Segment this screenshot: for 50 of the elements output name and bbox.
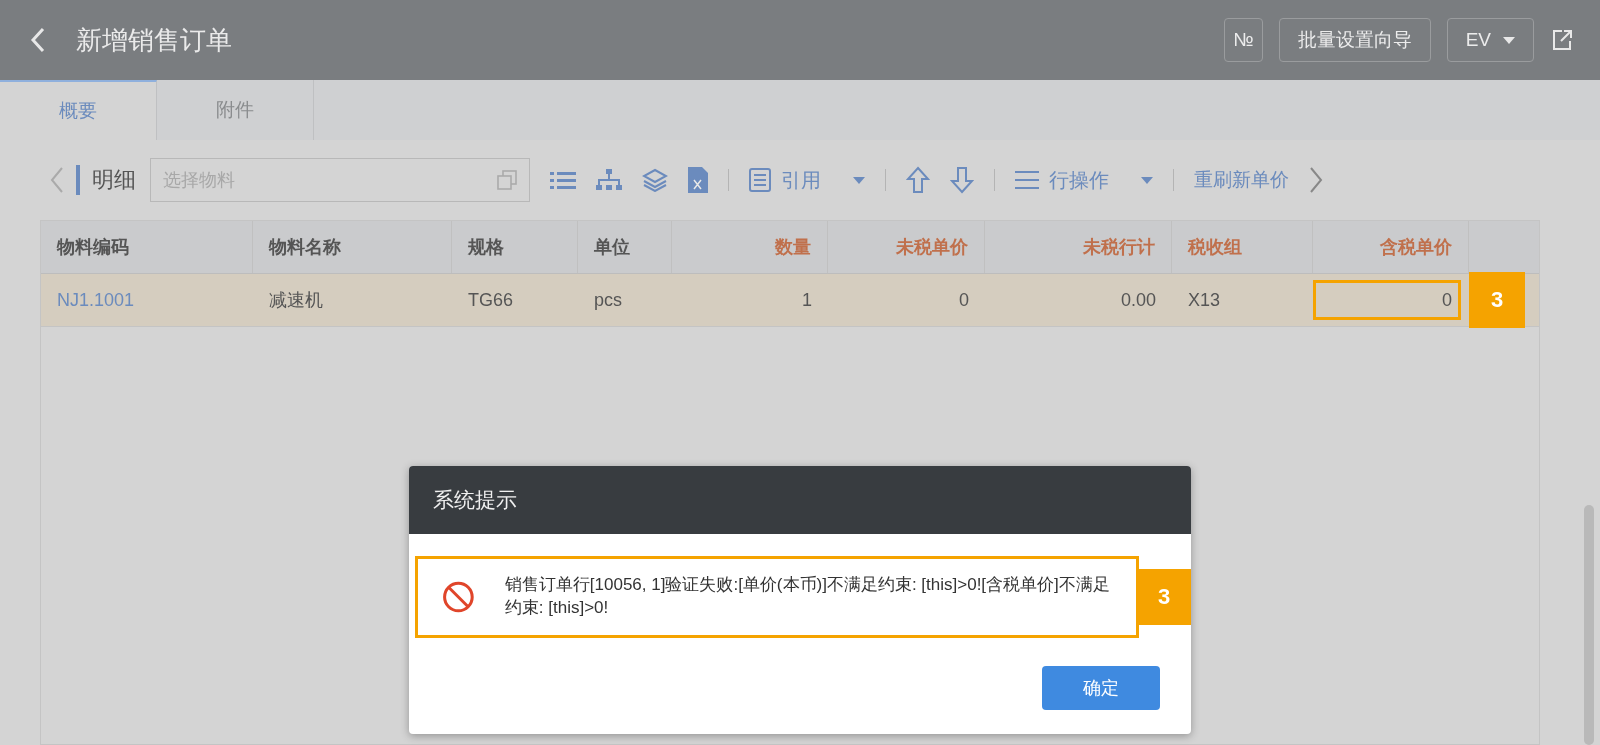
previous-icon[interactable]: [50, 167, 64, 193]
column-header: 物料编码: [41, 221, 253, 273]
hierarchy-icon[interactable]: [596, 169, 622, 191]
table-cell-text: 0.00: [1119, 288, 1157, 312]
dialog-title: 系统提示: [433, 487, 517, 513]
table-cell-text: 1: [801, 288, 813, 312]
column-header: 税收组: [1172, 221, 1313, 273]
list-icon[interactable]: [550, 170, 576, 190]
caret-icon: [1141, 176, 1153, 184]
column-header: 含税单价: [1313, 221, 1469, 273]
move-down-icon[interactable]: [950, 166, 974, 194]
table-cell-text: X13: [1187, 288, 1222, 312]
table-cell-text: 0: [958, 288, 970, 312]
caret-icon: [1503, 36, 1515, 44]
item-code-link[interactable]: NJ1.1001: [41, 274, 253, 326]
next-icon[interactable]: [1309, 167, 1323, 193]
column-header: 未税单价: [828, 221, 985, 273]
move-up-icon[interactable]: [906, 166, 930, 194]
reference-button[interactable]: 引用: [749, 166, 865, 194]
column-header: 未税行计: [985, 221, 1172, 273]
error-message: 销售订单行[10056, 1]验证失败:[单价(本币)]不满足约束: [this]>0![含税单价]不满足约束: [this]>0!: [504, 574, 1111, 619]
table-row[interactable]: NJ1.1001 减速机 TG66 pcs 1 0 0.00 X13 0 3: [41, 274, 1539, 327]
row-operations-button[interactable]: 行操作: [1015, 166, 1153, 194]
table-cell-text: 减速机: [268, 289, 324, 312]
header-button[interactable]: 批量设置向导: [1278, 18, 1431, 62]
column-header: 单位: [578, 221, 672, 273]
table-cell-text: TG66: [467, 288, 515, 312]
menu-icon: [1015, 170, 1039, 190]
layers-icon[interactable]: [642, 168, 668, 192]
excel-file-icon[interactable]: [688, 167, 708, 193]
back-icon[interactable]: [30, 27, 46, 53]
tab[interactable]: 附件: [157, 80, 314, 140]
column-header: 数量: [672, 221, 828, 273]
document-icon: [749, 168, 771, 192]
callout-badge: 3: [1137, 569, 1191, 625]
scrollbar-thumb[interactable]: [1584, 505, 1594, 745]
refresh-price-button[interactable]: 重刷新单价: [1194, 167, 1289, 193]
confirm-button[interactable]: 确定: [1042, 666, 1160, 710]
callout-badge: 3: [1469, 272, 1525, 328]
copy-icon[interactable]: [496, 169, 518, 191]
section-label: 明细: [76, 165, 136, 195]
header-button[interactable]: №: [1224, 18, 1263, 62]
table-cell-text: pcs: [593, 288, 623, 312]
caret-icon: [853, 176, 865, 184]
share-icon[interactable]: [1550, 28, 1574, 52]
page-title: 新增销售订单: [76, 23, 232, 57]
tab[interactable]: 概要: [0, 80, 157, 140]
header-button[interactable]: EV: [1446, 18, 1534, 62]
column-header: 规格: [452, 221, 578, 273]
column-header: 物料名称: [253, 221, 452, 273]
